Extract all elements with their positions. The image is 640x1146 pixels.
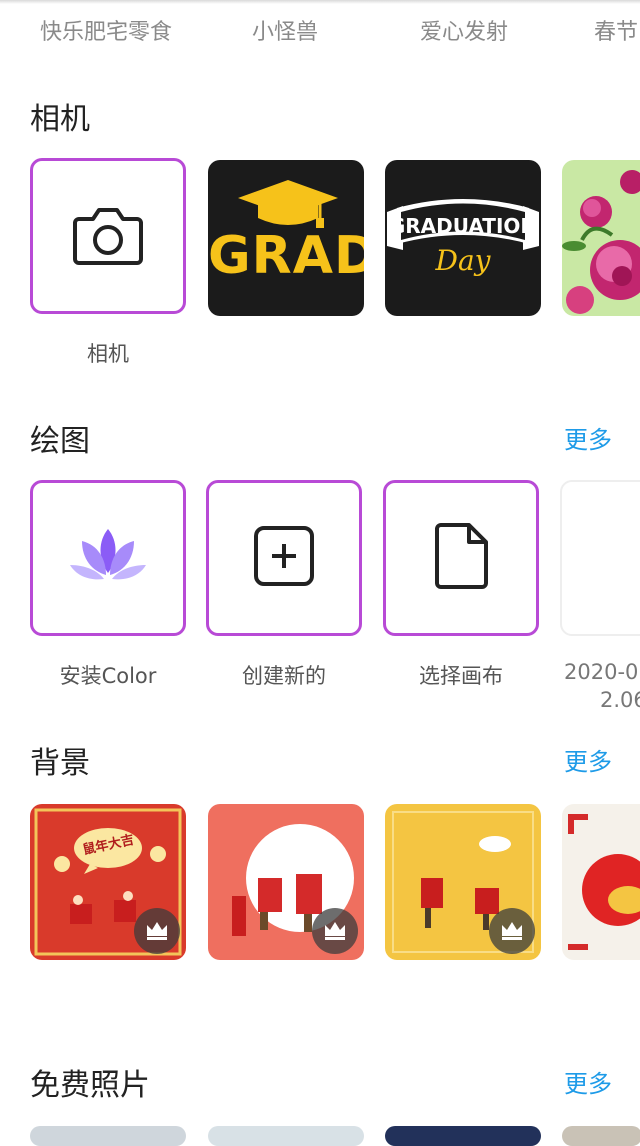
crown-icon [325, 922, 345, 940]
free-photos-more-link[interactable]: 更多 [564, 1064, 612, 1099]
drawing-item-label: 安装Color [59, 664, 157, 688]
tab-item[interactable]: 小怪兽 [252, 14, 318, 46]
flower-sticker-card[interactable] [562, 160, 640, 316]
drawing-more-link[interactable]: 更多 [564, 420, 612, 455]
photo-thumbnail[interactable] [208, 1126, 364, 1146]
tab-item[interactable]: 爱心发射 [420, 14, 508, 46]
saved-drawing-card[interactable] [560, 480, 640, 636]
drawing-item-label: 选择画布 [419, 664, 503, 688]
premium-badge [489, 908, 535, 954]
peony-flower-icon [562, 170, 640, 314]
day-text: Day [435, 244, 491, 277]
backgrounds-more-link[interactable]: 更多 [564, 742, 612, 777]
banner-icon [387, 199, 539, 250]
background-card[interactable] [562, 804, 640, 960]
top-shadow [0, 0, 640, 4]
category-tabs: 快乐肥宅零食 小怪兽 爱心发射 春节 [0, 14, 640, 46]
crown-icon [502, 922, 522, 940]
grad-text: GRAD [208, 226, 364, 286]
grad-sticker-card[interactable]: GRAD [208, 160, 364, 316]
drawing-item-label: 创建新的 [242, 664, 326, 688]
document-icon [433, 522, 489, 594]
crown-icon [147, 922, 167, 940]
photo-thumbnail[interactable] [562, 1126, 640, 1146]
section-title-free-photos: 免费照片 [30, 1068, 150, 1103]
tab-item[interactable]: 春节 [594, 14, 638, 46]
saved-drawing-date: 2020-0 [564, 660, 639, 684]
camera-icon [71, 201, 145, 271]
choose-canvas-card[interactable] [383, 480, 539, 636]
section-title-camera: 相机 [30, 102, 90, 137]
add-square-icon [253, 525, 315, 591]
install-color-card[interactable] [30, 480, 186, 636]
background-card[interactable] [208, 804, 364, 960]
photo-thumbnail[interactable] [385, 1126, 541, 1146]
photo-thumbnail[interactable] [30, 1126, 186, 1146]
graduation-day-sticker-card[interactable]: GRADUATION Day [385, 160, 541, 316]
graduation-text: GRADUATION [388, 214, 538, 238]
create-new-card[interactable] [206, 480, 362, 636]
section-title-backgrounds: 背景 [30, 746, 90, 781]
premium-badge [134, 908, 180, 954]
camera-card[interactable] [30, 158, 186, 314]
saved-drawing-size: 2.06 [600, 688, 640, 712]
background-card[interactable]: 鼠年大吉 [30, 804, 186, 960]
premium-badge [312, 908, 358, 954]
camera-label: 相机 [87, 342, 129, 366]
background-card[interactable] [385, 804, 541, 960]
lotus-icon [68, 525, 148, 591]
tab-item[interactable]: 快乐肥宅零食 [40, 14, 172, 46]
section-title-drawing: 绘图 [30, 424, 90, 459]
rat-lantern-icon [568, 814, 640, 950]
